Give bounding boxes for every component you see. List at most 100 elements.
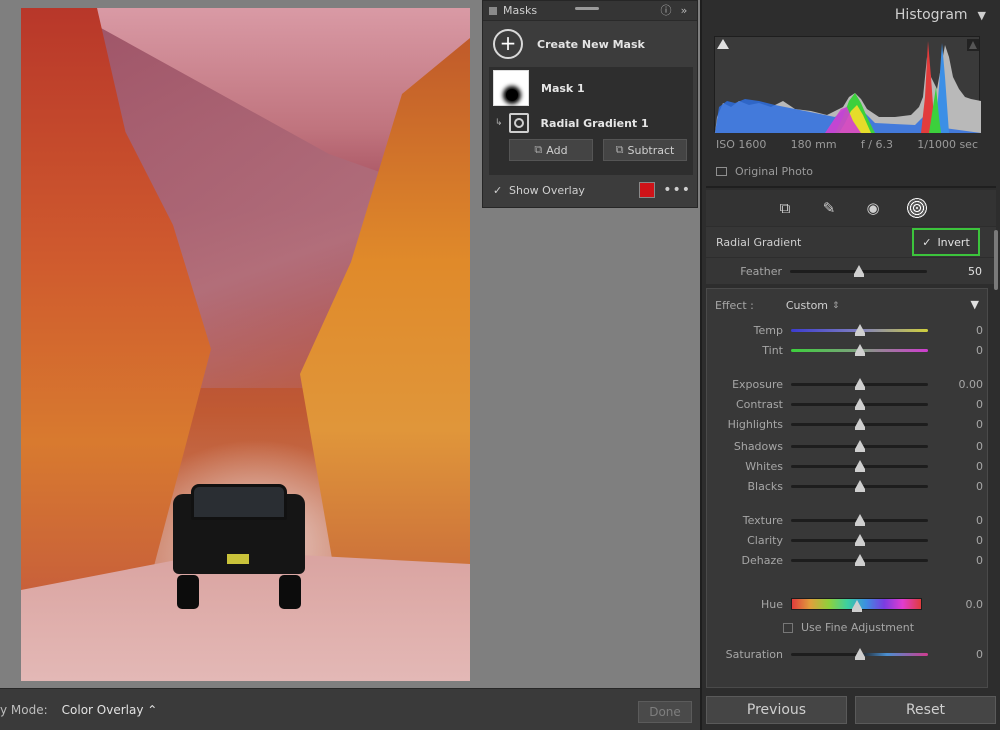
blacks-slider-thumb[interactable] [855,479,865,492]
show-overlay-checkbox[interactable]: ✓ [493,184,505,197]
invert-checkbox[interactable]: ✓ Invert [912,228,980,256]
add-button[interactable]: ⧉ Add [509,139,593,161]
exposure-slider-thumb[interactable] [855,377,865,390]
temp-slider-thumb[interactable] [855,323,865,336]
fine-adjust-checkbox[interactable] [783,622,793,633]
previous-button[interactable]: Previous [706,696,847,724]
shadows-label: Shadows [733,439,783,453]
plus-icon[interactable]: + [493,29,523,59]
masking-icon[interactable] [907,198,927,218]
effect-preset-select[interactable]: Custom [786,299,828,312]
show-overlay-label[interactable]: Show Overlay [509,184,639,197]
temp-value[interactable]: 0 [976,324,983,337]
blacks-slider[interactable] [791,479,928,492]
blacks-label: Blacks [747,479,784,493]
more-options-icon[interactable]: ••• [663,182,691,198]
contrast-row: Contrast 0 [707,395,987,413]
create-new-mask-row[interactable]: + Create New Mask [483,21,697,67]
done-button[interactable]: Done [638,701,692,723]
feather-slider[interactable] [790,264,927,277]
drag-handle-icon[interactable] [575,7,599,10]
invert-label: Invert [937,235,970,249]
truck [173,484,305,609]
highlights-value[interactable]: 0 [976,418,983,431]
dehaze-slider[interactable] [791,553,928,566]
histogram-graph [715,39,981,133]
overlay-color-swatch[interactable] [639,182,656,198]
saturation-value[interactable]: 0 [976,648,983,661]
original-photo-toggle[interactable]: Original Photo [716,165,813,178]
healing-icon[interactable]: ✎ [819,198,839,218]
histogram-header[interactable]: Histogram ▼ [702,0,1000,30]
tint-value[interactable]: 0 [976,344,983,357]
dehaze-row: Dehaze 0 [707,551,987,569]
hue-slider[interactable] [791,598,922,612]
overlay-mode-select[interactable]: Color Overlay ⌃ [62,703,158,717]
mask-list: Mask 1 ↳ Radial Gradient 1 ⧉ Add ⧉ Subtr… [489,67,693,175]
collapse-icon[interactable]: » [677,4,691,18]
histogram [714,36,981,133]
texture-slider[interactable] [791,513,928,526]
blacks-value[interactable]: 0 [976,480,983,493]
effect-header: Effect : Custom ⇕ [715,299,840,312]
contrast-slider[interactable] [791,397,928,410]
feather-value[interactable]: 50 [968,265,982,278]
masks-panel-header[interactable]: Masks ⓘ » [483,1,697,21]
effect-label: Effect : [715,299,754,312]
trees-right [300,38,470,598]
preset-arrow-icon[interactable]: ⇕ [832,301,840,311]
saturation-slider-thumb[interactable] [855,647,865,660]
hue-label: Hue [760,597,783,611]
red-eye-icon[interactable]: ◉ [863,198,883,218]
exposure-value[interactable]: 0.00 [959,378,984,391]
subtract-button[interactable]: ⧉ Subtract [603,139,687,161]
right-panel: Histogram ▼ ISO 1600 180 mm f / 6.3 1/10… [700,0,1000,730]
help-icon[interactable]: ⓘ [659,4,673,18]
highlights-slider[interactable] [791,417,928,430]
exposure-row: Exposure 0.00 [707,375,987,393]
temp-slider[interactable] [791,323,928,336]
nav-buttons: Previous Reset [706,696,996,724]
create-new-mask-label[interactable]: Create New Mask [537,38,645,51]
panel-scrollbar[interactable] [994,230,998,290]
overlay-mode-label: y Mode: [0,702,48,717]
reset-button[interactable]: Reset [855,696,996,724]
saturation-slider[interactable] [791,647,928,660]
hue-value[interactable]: 0.0 [966,598,984,611]
dehaze-value[interactable]: 0 [976,554,983,567]
dehaze-slider-thumb[interactable] [855,553,865,566]
contrast-slider-thumb[interactable] [855,397,865,410]
whites-slider-thumb[interactable] [855,459,865,472]
bottom-toolbar: y Mode: Color Overlay ⌃ Done [0,688,700,730]
whites-value[interactable]: 0 [976,460,983,473]
hue-slider-thumb[interactable] [852,600,862,612]
whites-slider[interactable] [791,459,928,472]
tint-slider[interactable] [791,343,928,356]
mask-component-item[interactable]: ↳ Radial Gradient 1 [489,109,693,137]
highlights-slider-thumb[interactable] [855,417,865,430]
clarity-value[interactable]: 0 [976,534,983,547]
contrast-value[interactable]: 0 [976,398,983,411]
feather-slider-thumb[interactable] [854,264,864,277]
hue-row: Hue 0.0 [707,595,987,613]
clarity-slider-thumb[interactable] [855,533,865,546]
effect-collapse-icon[interactable]: ▼ [971,298,979,311]
fine-adjust-row[interactable]: Use Fine Adjustment [783,621,914,634]
photo-with-overlay[interactable] [21,8,470,681]
shadows-slider-thumb[interactable] [855,439,865,452]
tint-slider-thumb[interactable] [855,343,865,356]
panel-grip-icon[interactable] [489,6,497,15]
shadows-value[interactable]: 0 [976,440,983,453]
shadows-slider[interactable] [791,439,928,452]
crop-icon[interactable]: ⧉ [775,198,795,218]
mask-name[interactable]: Mask 1 [541,82,585,95]
exposure-slider[interactable] [791,377,928,390]
texture-value[interactable]: 0 [976,514,983,527]
texture-slider-thumb[interactable] [855,513,865,526]
mask-thumbnail[interactable] [493,70,529,106]
mask-item[interactable]: Mask 1 [489,67,693,109]
panel-collapse-icon[interactable]: ▼ [978,9,986,22]
temp-row: Temp 0 [707,321,987,339]
component-name[interactable]: Radial Gradient 1 [541,117,649,130]
clarity-slider[interactable] [791,533,928,546]
